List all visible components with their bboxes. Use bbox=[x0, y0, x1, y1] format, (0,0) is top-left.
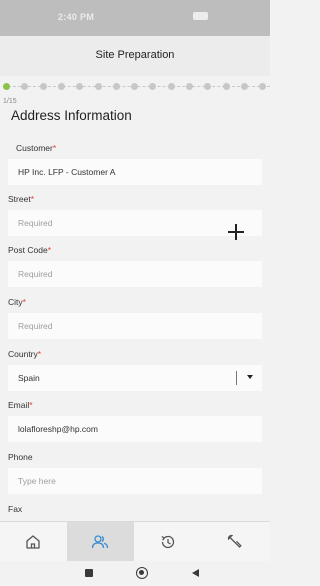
battery-icon bbox=[193, 12, 208, 20]
step-dot bbox=[186, 83, 193, 90]
step-dot bbox=[240, 83, 248, 90]
step-dot bbox=[94, 83, 102, 90]
street-label: Street* bbox=[8, 194, 34, 204]
fax-label: Fax bbox=[8, 504, 23, 514]
back-icon[interactable] bbox=[192, 569, 199, 577]
email-value: lolafloreshp@hp.com bbox=[18, 424, 98, 434]
step-dot bbox=[39, 83, 47, 90]
add-icon[interactable] bbox=[226, 222, 246, 242]
section-title: Address Information bbox=[11, 108, 132, 123]
customer-field[interactable]: HP Inc. LFP - Customer A bbox=[8, 159, 262, 185]
history-icon bbox=[161, 535, 175, 549]
post-code-label: Post Code* bbox=[8, 245, 52, 255]
country-value: Spain bbox=[18, 373, 40, 383]
app-header: Site Preparation bbox=[0, 36, 270, 76]
city-label: City* bbox=[8, 297, 26, 307]
email-field[interactable]: lolafloreshp@hp.com bbox=[8, 416, 262, 442]
progress-stepper bbox=[0, 76, 270, 98]
phone-field[interactable]: Type here bbox=[8, 468, 262, 494]
phone-placeholder: Type here bbox=[18, 476, 56, 486]
step-dot bbox=[167, 83, 175, 90]
wrench-icon bbox=[227, 534, 242, 548]
step-dot bbox=[204, 83, 212, 90]
country-label: Country* bbox=[8, 349, 42, 359]
tab-tools[interactable] bbox=[202, 522, 269, 562]
step-dot bbox=[57, 83, 65, 90]
email-label: Email* bbox=[8, 400, 33, 410]
system-nav-bar bbox=[0, 561, 270, 586]
step-dot bbox=[21, 83, 29, 90]
step-dot bbox=[259, 83, 267, 90]
recents-icon[interactable] bbox=[85, 569, 93, 577]
home-icon bbox=[26, 535, 40, 549]
step-dot bbox=[3, 83, 10, 90]
city-placeholder: Required bbox=[18, 321, 53, 331]
step-dot bbox=[131, 83, 139, 90]
customer-label: Customer* bbox=[16, 143, 57, 153]
step-dot bbox=[222, 83, 230, 90]
status-time: 2:40 PM bbox=[58, 12, 95, 22]
tab-people[interactable] bbox=[67, 522, 134, 562]
street-field[interactable]: Required bbox=[8, 210, 262, 236]
step-dot bbox=[76, 83, 84, 90]
post-code-field[interactable]: Required bbox=[8, 261, 262, 287]
people-icon bbox=[91, 535, 109, 549]
bottom-tab-bar bbox=[0, 521, 270, 562]
step-dot bbox=[149, 83, 157, 90]
status-bar: 2:40 PM bbox=[0, 0, 270, 36]
chevron-down-icon[interactable] bbox=[247, 375, 253, 379]
street-placeholder: Required bbox=[18, 218, 53, 228]
phone-label: Phone bbox=[8, 452, 33, 462]
page-indicator: 1/15 bbox=[3, 98, 17, 105]
city-field[interactable]: Required bbox=[8, 313, 262, 339]
page-title: Site Preparation bbox=[95, 49, 175, 61]
tab-home[interactable] bbox=[0, 522, 67, 562]
customer-value: HP Inc. LFP - Customer A bbox=[18, 167, 116, 177]
dropdown-separator bbox=[236, 371, 237, 385]
home-button-icon[interactable] bbox=[136, 567, 148, 579]
step-dot bbox=[112, 83, 120, 90]
tab-history[interactable] bbox=[135, 522, 202, 562]
post-code-placeholder: Required bbox=[18, 269, 53, 279]
country-select[interactable]: Spain bbox=[8, 365, 262, 391]
